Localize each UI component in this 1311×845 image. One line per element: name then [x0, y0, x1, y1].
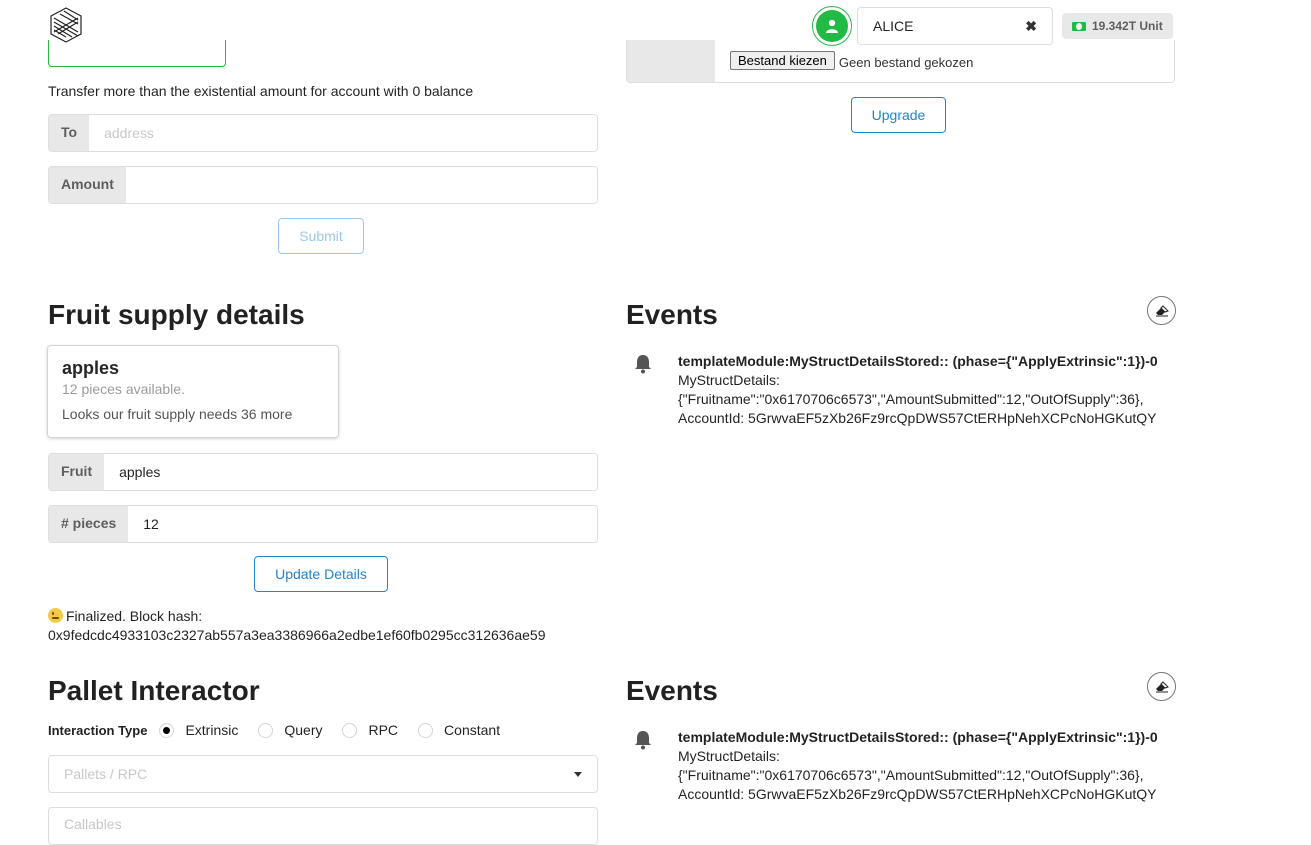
clear-events-button-bottom[interactable]: [1147, 672, 1176, 701]
radio-rpc[interactable]: RPC: [342, 722, 398, 738]
choose-file-button[interactable]: Bestand kiezen: [730, 51, 835, 70]
radio-query[interactable]: Query: [258, 722, 322, 738]
clear-events-button[interactable]: [1147, 296, 1176, 325]
eraser-icon: [1155, 680, 1169, 692]
block-hash: 0x9fedcdc4933103c2327ab557a3ea3386966a2e…: [48, 627, 546, 643]
pallets-placeholder: Pallets / RPC: [64, 766, 148, 782]
to-label: To: [49, 115, 90, 151]
event-summary: templateModule:MyStructDetailsStored:: (…: [678, 729, 1158, 745]
to-address-input[interactable]: [89, 115, 597, 151]
substrate-logo-icon: [48, 6, 84, 44]
fruit-section-title: Fruit supply details: [48, 299, 305, 330]
event-line: MyStructDetails:: [678, 372, 780, 388]
pallets-dropdown[interactable]: Pallets / RPC: [48, 755, 598, 793]
event-line: {"Fruitname":"0x6170706c6573","AmountSub…: [678, 391, 1144, 407]
wasm-file-row: Bestand kiezen Geen bestand gekozen: [626, 40, 1175, 83]
event-item: templateModule:MyStructDetailsStored:: (…: [628, 352, 1188, 428]
update-details-button[interactable]: Update Details: [254, 556, 388, 592]
balance-value: 19.342T Unit: [1092, 19, 1163, 33]
balance-badge: 19.342T Unit: [1062, 13, 1173, 39]
amount-input-group: Amount: [48, 166, 598, 204]
tx-status-text: Finalized. Block hash:: [66, 608, 203, 624]
transfer-type-button-partial[interactable]: [48, 40, 226, 67]
bell-icon: [628, 728, 678, 804]
interaction-type-label: Interaction Type: [48, 722, 148, 738]
radio-extrinsic[interactable]: Extrinsic: [159, 722, 238, 738]
callables-dropdown[interactable]: Callables: [48, 807, 598, 845]
fruit-input[interactable]: [104, 454, 597, 490]
fruit-card-name: apples: [62, 358, 120, 378]
fruit-input-group: Fruit: [48, 453, 598, 491]
pallet-section-title: Pallet Interactor: [48, 675, 260, 706]
event-item-bottom: templateModule:MyStructDetailsStored:: (…: [628, 728, 1188, 804]
money-icon: [1072, 21, 1086, 31]
fruit-label: Fruit: [49, 454, 105, 490]
amount-label: Amount: [49, 167, 126, 203]
account-name: ALICE: [873, 18, 914, 34]
event-summary: templateModule:MyStructDetailsStored:: (…: [678, 353, 1158, 369]
to-input-group: To: [48, 114, 598, 152]
fruit-card-description: Looks our fruit supply needs 36 more: [62, 406, 293, 422]
callables-placeholder: Callables: [64, 816, 122, 832]
tx-status: Finalized. Block hash: 0x9fedcdc4933103c…: [48, 607, 545, 645]
wink-emoji-icon: [48, 608, 63, 623]
clear-account-icon[interactable]: ✖: [1025, 18, 1037, 35]
interaction-type-group: Interaction Type Extrinsic Query RPC Con…: [48, 722, 520, 738]
pieces-input[interactable]: [128, 506, 597, 542]
radio-constant[interactable]: Constant: [418, 722, 500, 738]
amount-input[interactable]: [125, 167, 597, 203]
dropdown-caret-icon: [574, 771, 582, 777]
submit-button[interactable]: Submit: [278, 218, 364, 254]
event-line: AccountId: 5GrwvaEF5zXb26Fz9rcQpDWS57CtE…: [678, 410, 1157, 426]
event-line: {"Fruitname":"0x6170706c6573","AmountSub…: [678, 767, 1144, 783]
pieces-label: # pieces: [49, 506, 129, 542]
fruit-card: apples 12 pieces available. Looks our fr…: [47, 345, 339, 438]
eraser-icon: [1155, 304, 1169, 316]
wasm-file-label: [627, 40, 715, 82]
transfer-note: Transfer more than the existential amoun…: [48, 83, 474, 99]
events-title: Events: [626, 299, 718, 330]
event-line: MyStructDetails:: [678, 748, 780, 764]
fruit-card-meta: 12 pieces available.: [62, 381, 185, 397]
file-status: Geen bestand gekozen: [838, 55, 974, 70]
pieces-input-group: # pieces: [48, 505, 598, 543]
event-line: AccountId: 5GrwvaEF5zXb26Fz9rcQpDWS57CtE…: [678, 786, 1157, 802]
upgrade-button[interactable]: Upgrade: [851, 97, 946, 133]
bell-icon: [628, 352, 678, 428]
events-title-bottom: Events: [626, 675, 718, 706]
